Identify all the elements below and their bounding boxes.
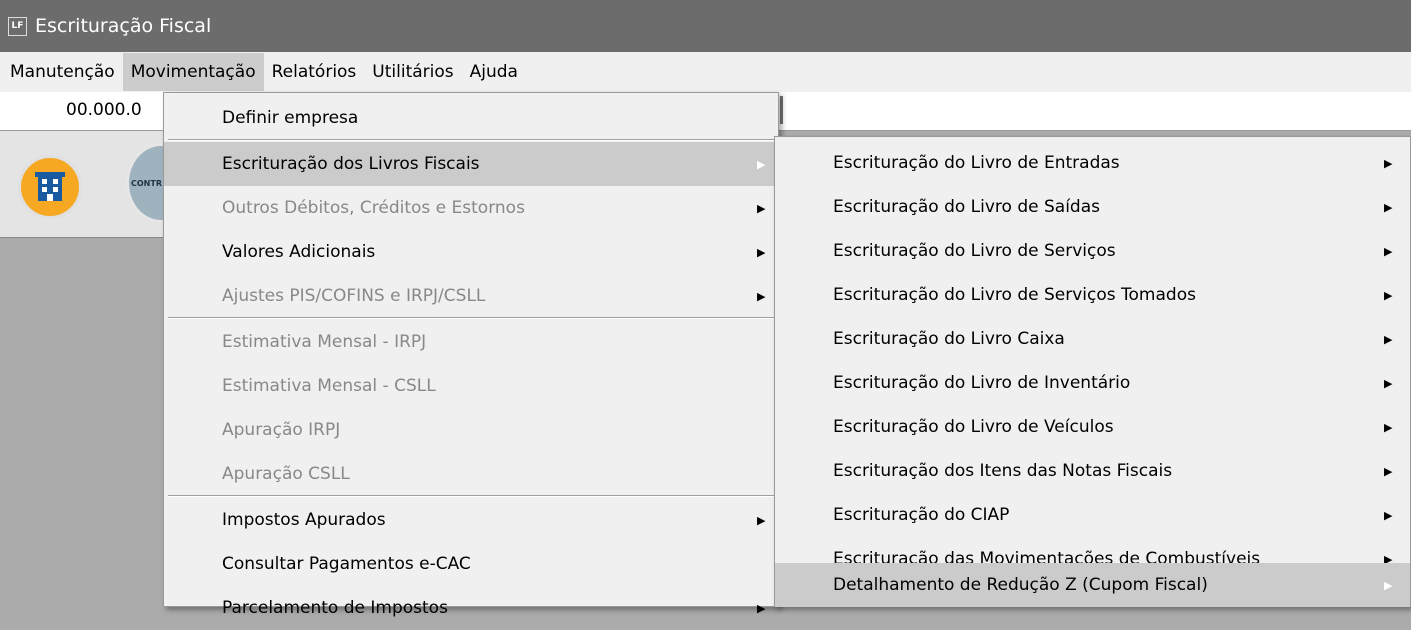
menu-ajuda[interactable]: Ajuda <box>462 53 526 91</box>
menu-item-label: Escrituração dos Livros Fiscais <box>222 154 480 174</box>
menu-item-label: Escrituração do CIAP <box>833 505 1010 525</box>
submenu-arrow-icon: ▶ <box>1384 578 1393 592</box>
menu-item-label: Valores Adicionais <box>222 242 376 262</box>
menu-manutencao[interactable]: Manutenção <box>0 53 123 91</box>
menu-item-outros-debitos[interactable]: Outros Débitos, Créditos e Estornos ▶ <box>164 186 778 230</box>
menu-item-label: Escrituração do Livro de Veículos <box>833 417 1114 437</box>
menu-item-consultar-pagamentos[interactable]: Consultar Pagamentos e-CAC <box>164 542 778 586</box>
submenu-item-livro-caixa[interactable]: Escrituração do Livro Caixa ▶ <box>775 317 1410 361</box>
submenu-arrow-icon: ▶ <box>757 601 766 615</box>
submenu-arrow-icon: ▶ <box>1384 376 1393 390</box>
submenu-arrow-icon: ▶ <box>1384 508 1393 522</box>
submenu-arrow-icon: ▶ <box>1384 244 1393 258</box>
submenu-item-livro-saidas[interactable]: Escrituração do Livro de Saídas ▶ <box>775 185 1410 229</box>
building-icon <box>35 172 65 201</box>
menu-item-estimativa-csll[interactable]: Estimativa Mensal - CSLL <box>164 364 778 408</box>
menu-relatorios[interactable]: Relatórios <box>264 53 365 91</box>
menu-item-label: Escrituração do Livro de Serviços <box>833 241 1116 261</box>
menu-separator <box>168 317 774 319</box>
menu-utilitarios[interactable]: Utilitários <box>364 53 461 91</box>
menu-item-label: Apuração IRPJ <box>222 420 341 440</box>
menu-movimentacao[interactable]: Movimentação <box>122 53 264 91</box>
submenu-item-itens-notas-fiscais[interactable]: Escrituração dos Itens das Notas Fiscais… <box>775 449 1410 493</box>
menu-item-estimativa-irpj[interactable]: Estimativa Mensal - IRPJ <box>164 320 778 364</box>
menu-item-impostos-apurados[interactable]: Impostos Apurados ▶ <box>164 498 778 542</box>
submenu-arrow-icon: ▶ <box>757 289 766 303</box>
menu-item-label: Impostos Apurados <box>222 510 386 530</box>
menu-item-parcelamento[interactable]: Parcelamento de Impostos ▶ <box>164 586 778 630</box>
submenu-arrow-icon: ▶ <box>1384 332 1393 346</box>
menu-separator <box>168 495 774 497</box>
company-cnpj: 00.000.0 <box>66 100 142 120</box>
menu-item-label: Outros Débitos, Créditos e Estornos <box>222 198 525 218</box>
company-name-field <box>780 96 1411 124</box>
submenu-arrow-icon: ▶ <box>757 201 766 215</box>
company-icon[interactable] <box>18 155 82 219</box>
menu-separator <box>168 139 774 141</box>
escrituracao-submenu: Escrituração do Livro de Entradas ▶ Escri… <box>774 136 1411 607</box>
menu-item-label: Detalhamento de Redução Z (Cupom Fiscal) <box>833 575 1208 595</box>
menu-item-label: Estimativa Mensal - CSLL <box>222 376 436 396</box>
menu-item-label: Parcelamento de Impostos <box>222 598 448 618</box>
submenu-arrow-icon: ▶ <box>757 513 766 527</box>
menu-bar: Manutenção Movimentação Relatórios Utili… <box>0 52 1411 92</box>
menu-item-apuracao-csll[interactable]: Apuração CSLL <box>164 452 778 496</box>
submenu-arrow-icon: ▶ <box>757 157 766 171</box>
submenu-item-reducao-z[interactable]: Detalhamento de Redução Z (Cupom Fiscal)… <box>775 563 1410 607</box>
menu-item-apuracao-irpj[interactable]: Apuração IRPJ <box>164 408 778 452</box>
menu-item-label: Apuração CSLL <box>222 464 350 484</box>
menu-item-label: Escrituração do Livro de Serviços Tomado… <box>833 285 1196 305</box>
submenu-item-livro-entradas[interactable]: Escrituração do Livro de Entradas ▶ <box>775 141 1410 185</box>
submenu-arrow-icon: ▶ <box>757 245 766 259</box>
submenu-arrow-icon: ▶ <box>1384 200 1393 214</box>
menu-item-escrituracao-livros[interactable]: Escrituração dos Livros Fiscais ▶ <box>164 142 778 186</box>
shortcut-toolbar: CONTR <box>0 131 196 238</box>
app-icon: LF <box>8 16 27 36</box>
menu-item-label: Escrituração do Livro de Entradas <box>833 153 1120 173</box>
submenu-item-livro-inventario[interactable]: Escrituração do Livro de Inventário ▶ <box>775 361 1410 405</box>
submenu-arrow-icon: ▶ <box>1384 464 1393 478</box>
title-bar: LF Escrituração Fiscal <box>0 0 1411 52</box>
menu-item-label: Escrituração do Livro Caixa <box>833 329 1065 349</box>
window-title: Escrituração Fiscal <box>35 15 212 37</box>
menu-item-valores-adicionais[interactable]: Valores Adicionais ▶ <box>164 230 778 274</box>
menu-item-definir-empresa[interactable]: Definir empresa <box>164 96 778 140</box>
movimentacao-menu: Definir empresa Escrituração dos Livros … <box>163 92 779 618</box>
menu-item-label: Consultar Pagamentos e-CAC <box>222 554 471 574</box>
menu-item-label: Estimativa Mensal - IRPJ <box>222 332 427 352</box>
menu-item-label: Escrituração do Livro de Inventário <box>833 373 1131 393</box>
submenu-arrow-icon: ▶ <box>1384 420 1393 434</box>
submenu-item-livro-servicos-tomados[interactable]: Escrituração do Livro de Serviços Tomado… <box>775 273 1410 317</box>
submenu-item-ciap[interactable]: Escrituração do CIAP ▶ <box>775 493 1410 537</box>
submenu-item-livro-servicos[interactable]: Escrituração do Livro de Serviços ▶ <box>775 229 1410 273</box>
submenu-item-livro-veiculos[interactable]: Escrituração do Livro de Veículos ▶ <box>775 405 1410 449</box>
menu-item-ajustes-pis-cofins[interactable]: Ajustes PIS/COFINS e IRPJ/CSLL ▶ <box>164 274 778 318</box>
menu-item-label: Definir empresa <box>222 108 359 128</box>
submenu-arrow-icon: ▶ <box>1384 156 1393 170</box>
submenu-arrow-icon: ▶ <box>1384 288 1393 302</box>
menu-item-label: Escrituração do Livro de Saídas <box>833 197 1100 217</box>
menu-item-label: Escrituração dos Itens das Notas Fiscais <box>833 461 1173 481</box>
menu-item-label: Ajustes PIS/COFINS e IRPJ/CSLL <box>222 286 486 306</box>
